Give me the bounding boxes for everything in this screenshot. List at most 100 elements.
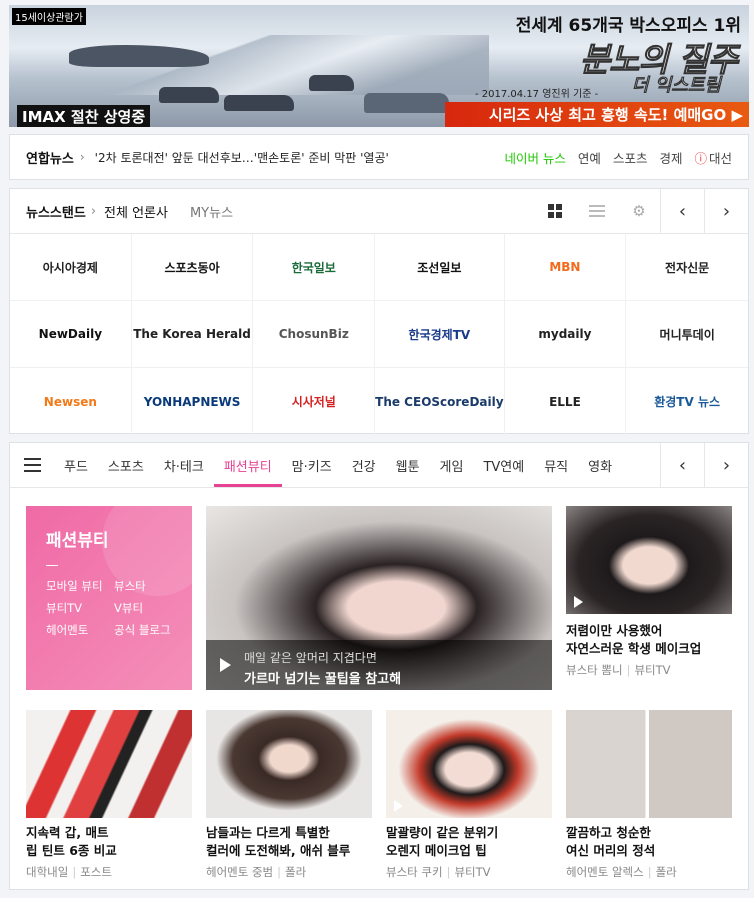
category-tab[interactable]: 건강 [342,443,386,487]
press-logo[interactable]: 한국경제TV [375,301,505,368]
banner-rank-note: - 2017.04.17 영진위 기준 - [475,89,599,100]
category-tab[interactable]: 차·테크 [154,443,214,487]
thumbnail-image [26,710,192,818]
category-tab[interactable]: 푸드 [54,443,98,487]
beauty-link[interactable]: 공식 블로그 [114,622,184,638]
tab-economy[interactable]: 경제 [659,148,682,167]
category-tab-bar: 푸드 스포츠 차·테크 패션뷰티 맘·키즈 건강 웹툰 게임 TV연예 뮤직 영화 ‹ › [10,443,748,488]
category-tab[interactable]: 영화 [578,443,622,487]
article-title: 남들과는 다르게 특별한 [206,825,330,840]
video-thumbnail[interactable] [386,710,552,818]
article-title: 자연스러운 학생 메이크업 [566,641,702,656]
beauty-link[interactable]: 헤어멘토 [46,622,114,638]
play-icon [394,800,403,812]
movie-banner-ad[interactable]: 15세이상관람가 IMAX 절찬 상영중 전세계 65개국 박스오피스 1위 분… [9,5,749,127]
divider [46,565,58,566]
feature-caption-line2: 가르마 넘기는 꿀팁을 참고해 [244,672,402,687]
press-logo[interactable]: 아시아경제 [10,234,132,301]
menu-icon[interactable] [10,443,54,487]
next-category-button[interactable]: › [704,443,748,487]
article-thumbnail[interactable] [26,710,192,818]
article-meta: 뷰스타 쿠키뷰티TV [386,863,556,881]
press-logo[interactable]: MBN [504,234,627,301]
beauty-link[interactable]: V뷰티 [114,600,184,616]
banner-cta-button[interactable]: 시리즈 사상 최고 흥행 속도! 예매GO ▶ [445,102,749,127]
thumbnail-image [206,710,372,818]
press-logo[interactable]: 머니투데이 [626,301,748,368]
list-view-icon[interactable] [576,189,618,233]
news-source-link[interactable]: 연합뉴스 [26,148,74,167]
article-caption[interactable]: 깔끔하고 청순한 여신 머리의 정석 헤어멘토 알렉스폴라 [566,824,736,881]
prev-category-button[interactable]: ‹ [660,443,704,487]
news-headline-bar: 연합뉴스 › '2차 토론대전' 앞둔 대선후보…'맨손토론' 준비 막판 '열… [9,134,749,180]
press-logo[interactable]: 전자신문 [626,234,748,301]
beauty-link[interactable]: 모바일 뷰티 [46,578,114,594]
press-logo[interactable]: 한국일보 [253,234,376,301]
age-rating-badge: 15세이상관람가 [12,8,86,25]
press-logo[interactable]: mydaily [504,301,627,368]
video-thumbnail[interactable] [566,506,732,614]
next-page-button[interactable]: › [704,189,748,233]
article-caption[interactable]: 지속력 갑, 매트 립 틴트 6종 비교 대학내일포스트 [26,824,196,881]
news-tabs: 네이버 뉴스 연예 스포츠 경제 대선 [504,148,732,167]
article-title: 오렌지 메이크업 팁 [386,843,487,858]
feature-video-thumbnail[interactable]: 매일 같은 앞머리 지겹다면 가르마 넘기는 꿀팁을 참고해 [206,506,552,690]
press-logo[interactable]: Newsen [10,368,132,435]
category-tab[interactable]: 뮤직 [534,443,578,487]
press-logo[interactable]: ChosunBiz [253,301,376,368]
banner-car-graphic [159,87,219,103]
category-tab[interactable]: 웹툰 [386,443,430,487]
prev-page-button[interactable]: ‹ [660,189,704,233]
press-logo[interactable]: YONHAPNEWS [132,368,254,435]
category-tab[interactable]: 스포츠 [98,443,154,487]
thumbnail-image [386,710,552,818]
tab-all-press[interactable]: 전체 언론사 [104,202,168,221]
article-caption[interactable]: 저렴이만 사용했어 자연스러운 학생 메이크업 뷰스타 뽐니뷰티TV [566,622,736,679]
thumbnail-image [566,506,732,614]
press-logo[interactable]: 조선일보 [375,234,505,301]
tab-my-news[interactable]: MY뉴스 [190,202,233,221]
tab-sports[interactable]: 스포츠 [613,148,648,167]
article-title: 여신 머리의 정석 [566,843,656,858]
press-logo[interactable]: 환경TV 뉴스 [626,368,748,435]
beauty-menu-card: 패션뷰티 모바일 뷰티 뷰스타 뷰티TV V뷰티 헤어멘토 공식 블로그 [26,506,192,690]
beauty-link[interactable]: 뷰티TV [46,600,114,616]
category-tab[interactable]: 맘·키즈 [282,443,342,487]
article-meta: 헤어멘토 알렉스폴라 [566,863,736,881]
chevron-right-icon: › [79,150,85,164]
tab-naver-news[interactable]: 네이버 뉴스 [504,148,565,167]
article-caption[interactable]: 남들과는 다르게 특별한 컬러에 도전해봐, 애쉬 블루 헤어멘토 중범폴라 [206,824,382,881]
gear-icon[interactable]: ⚙ [618,189,660,233]
article-meta: 대학내일포스트 [26,863,196,881]
article-title: 저렴이만 사용했어 [566,623,663,638]
category-tab[interactable]: 게임 [430,443,474,487]
newsstand-header: 뉴스스탠드 › 전체 언론사 MY뉴스 ⚙ ‹ › [10,189,748,234]
article-caption[interactable]: 말괄량이 같은 분위기 오렌지 메이크업 팁 뷰스타 쿠키뷰티TV [386,824,556,881]
press-logo-grid: 아시아경제 스포츠동아 한국일보 조선일보 MBN 전자신문 NewDaily The Kor… [10,234,748,435]
tab-election[interactable]: 대선 [694,148,732,167]
play-icon [220,658,231,672]
press-logo[interactable]: 스포츠동아 [131,234,254,301]
imax-label: IMAX 절찬 상영중 [17,105,151,127]
category-tab[interactable]: TV연예 [473,443,534,487]
article-thumbnail[interactable] [206,710,372,818]
banner-car-graphic [224,95,294,111]
tab-entertainment[interactable]: 연예 [578,148,601,167]
press-logo[interactable]: 시사저널 [253,368,376,435]
article-meta: 뷰스타 뽐니뷰티TV [566,661,736,679]
chevron-right-icon: › [90,203,97,219]
press-logo[interactable]: NewDaily [10,301,132,368]
feature-caption: 매일 같은 앞머리 지겹다면 가르마 넘기는 꿀팁을 참고해 [206,640,552,690]
article-meta: 헤어멘토 중범폴라 [206,863,382,881]
press-logo[interactable]: ELLE [505,368,627,435]
newsstand-title-link[interactable]: 뉴스스탠드 [26,202,86,221]
article-thumbnail[interactable] [566,710,732,818]
news-headline-link[interactable]: '2차 토론대전' 앞둔 대선후보…'맨손토론' 준비 막판 '열공' [95,149,505,166]
feature-caption-line1: 매일 같은 앞머리 지겹다면 [244,651,377,665]
category-tab[interactable]: 패션뷰티 [213,443,282,487]
grid-view-icon[interactable] [534,189,576,233]
press-logo[interactable]: The CEOScoreDaily [375,368,505,435]
press-logo[interactable]: The Korea Herald [131,301,254,368]
banner-car-graphic [309,75,354,91]
banner-car-graphic [364,93,449,113]
